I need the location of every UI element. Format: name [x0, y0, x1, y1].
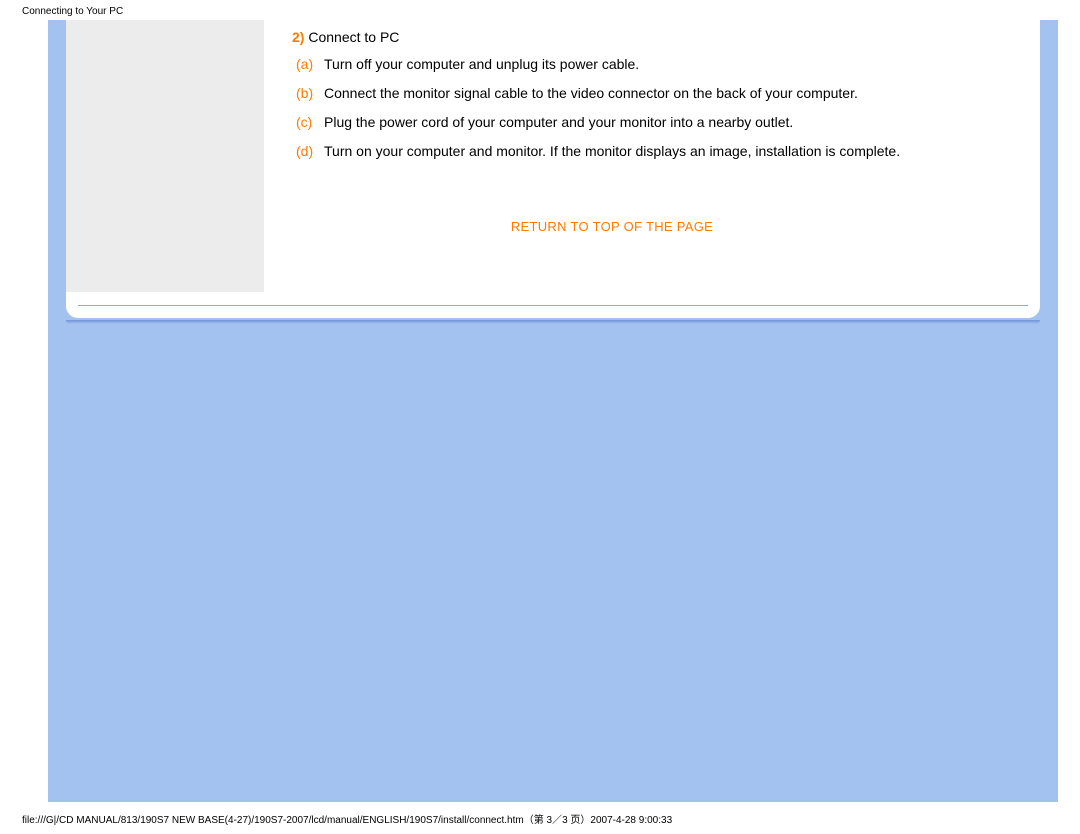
section-number: 2) [292, 29, 304, 45]
page-header-label: Connecting to Your PC [22, 6, 123, 17]
step-row: (b) Connect the monitor signal cable to … [292, 84, 932, 103]
sidebar-placeholder [66, 20, 264, 292]
content-body: 2) Connect to PC (a) Turn off your compu… [292, 28, 932, 236]
step-letter: (b) [292, 84, 324, 103]
panel-bottom-shadow [66, 320, 1040, 324]
step-text: Plug the power cord of your computer and… [324, 113, 932, 132]
return-to-top-link[interactable]: RETURN TO TOP OF THE PAGE [292, 218, 932, 236]
content-panel: 2) Connect to PC (a) Turn off your compu… [66, 20, 1040, 306]
step-letter: (c) [292, 113, 324, 132]
section-title-text: Connect to PC [308, 29, 399, 45]
footer-file-path: file:///G|/CD MANUAL/813/190S7 NEW BASE(… [22, 811, 672, 826]
step-text: Connect the monitor signal cable to the … [324, 84, 932, 103]
background-panel: 2) Connect to PC (a) Turn off your compu… [48, 20, 1058, 802]
step-row: (d) Turn on your computer and monitor. I… [292, 142, 932, 161]
step-letter: (d) [292, 142, 324, 161]
step-text: Turn on your computer and monitor. If th… [324, 142, 932, 161]
panel-divider [78, 305, 1028, 306]
step-letter: (a) [292, 55, 324, 74]
step-text: Turn off your computer and unplug its po… [324, 55, 932, 74]
step-row: (a) Turn off your computer and unplug it… [292, 55, 932, 74]
section-title: 2) Connect to PC [292, 28, 932, 47]
step-row: (c) Plug the power cord of your computer… [292, 113, 932, 132]
